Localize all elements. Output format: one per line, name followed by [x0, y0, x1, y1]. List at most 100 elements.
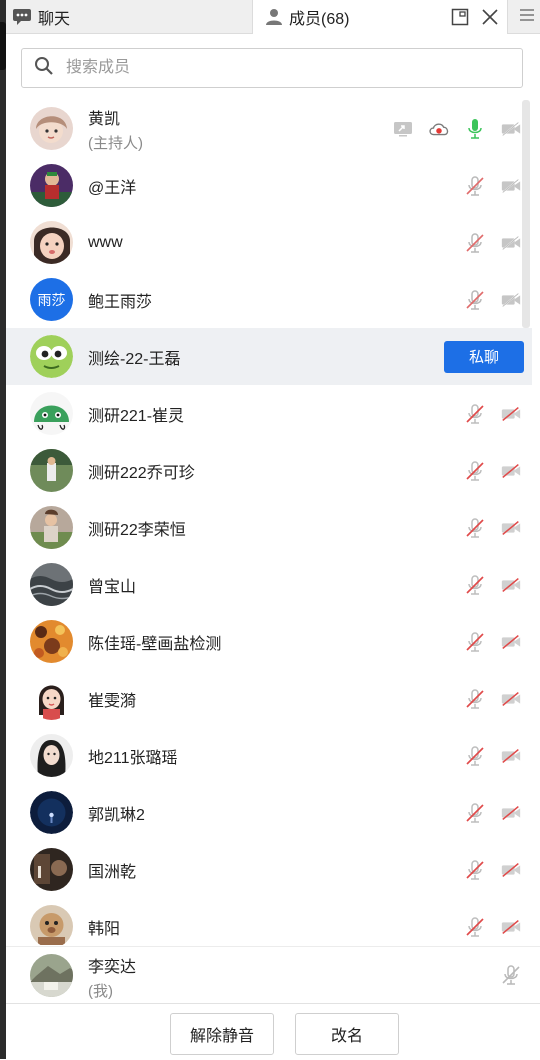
hamburger-icon	[520, 8, 534, 26]
member-name: 黄凯	[88, 110, 121, 128]
mic-muted-red-icon[interactable]	[464, 859, 486, 881]
tab-bar: 聊天 成员(68)	[6, 0, 540, 34]
mic-muted-red-icon[interactable]	[464, 631, 486, 653]
member-row[interactable]: 曾宝山	[6, 556, 532, 613]
person-icon	[265, 8, 283, 26]
private-chat-button[interactable]: 私聊	[444, 340, 524, 373]
mic-muted-red-icon[interactable]	[464, 802, 486, 824]
camera-off-red-icon[interactable]	[500, 631, 522, 653]
mic-active-icon[interactable]	[464, 118, 486, 140]
avatar	[30, 392, 73, 435]
member-row[interactable]: 测绘-22-王磊 私聊	[6, 328, 532, 385]
mic-muted-red-icon[interactable]	[464, 403, 486, 425]
member-list: 黄凯 (主持人) @王洋 www 雨莎 鲍王雨莎测绘-22-王磊 私聊测研221-崔灵 测研2…	[6, 100, 532, 945]
tab-members[interactable]: 成员(68)	[252, 0, 508, 34]
avatar	[30, 221, 73, 264]
avatar	[30, 677, 73, 720]
avatar	[30, 905, 73, 945]
mic-muted-red-icon[interactable]	[464, 460, 486, 482]
member-name: 曾宝山	[88, 578, 137, 596]
avatar	[30, 734, 73, 777]
tab-members-label: 成员(68)	[289, 11, 350, 28]
member-name: www	[88, 233, 123, 251]
avatar: 雨莎	[30, 278, 73, 321]
avatar	[30, 620, 73, 663]
member-row[interactable]: 崔雯漪	[6, 670, 532, 727]
member-row[interactable]: 国洲乾	[6, 841, 532, 898]
camera-off-red-icon[interactable]	[500, 403, 522, 425]
bottom-bar: 解除静音 改名	[6, 1003, 540, 1060]
avatar	[30, 506, 73, 549]
tab-chat[interactable]: 聊天	[12, 0, 70, 33]
camera-off-icon[interactable]	[500, 118, 522, 140]
mic-muted-icon[interactable]	[500, 964, 522, 986]
menu-button[interactable]	[508, 0, 540, 33]
scrollbar[interactable]	[522, 100, 530, 328]
mic-muted-icon[interactable]	[464, 232, 486, 254]
member-row[interactable]: 韩阳	[6, 898, 532, 945]
member-name: @王洋	[88, 179, 137, 197]
camera-off-red-icon[interactable]	[500, 745, 522, 767]
camera-off-icon[interactable]	[500, 175, 522, 197]
member-search[interactable]	[21, 48, 523, 88]
cloud-record-icon[interactable]	[428, 118, 450, 140]
camera-off-red-icon[interactable]	[500, 574, 522, 596]
camera-off-red-icon[interactable]	[500, 916, 522, 938]
camera-off-red-icon[interactable]	[500, 517, 522, 539]
member-row[interactable]: @王洋	[6, 157, 532, 214]
camera-off-red-icon[interactable]	[500, 802, 522, 824]
mic-muted-red-icon[interactable]	[464, 916, 486, 938]
mic-muted-red-icon[interactable]	[464, 688, 486, 710]
member-name: 郭凯琳2	[88, 806, 145, 824]
avatar	[30, 164, 73, 207]
member-row[interactable]: 地211张璐瑶	[6, 727, 532, 784]
search-icon	[22, 56, 54, 81]
camera-off-icon[interactable]	[500, 232, 522, 254]
self-name: 李奕达	[88, 959, 137, 976]
member-name: 测研22李荣恒	[88, 521, 186, 539]
member-name: 韩阳	[88, 920, 121, 938]
member-name: 测研221-崔灵	[88, 407, 185, 425]
member-name: 国洲乾	[88, 863, 137, 881]
share-screen-icon[interactable]	[392, 118, 414, 140]
member-row[interactable]: 测研221-崔灵	[6, 385, 532, 442]
mic-muted-icon[interactable]	[464, 289, 486, 311]
tab-chat-label: 聊天	[38, 10, 71, 28]
member-row[interactable]: 黄凯 (主持人)	[6, 100, 532, 157]
self-row[interactable]: 李奕达 (我)	[6, 946, 540, 1004]
camera-off-red-icon[interactable]	[500, 688, 522, 710]
avatar	[30, 107, 73, 150]
camera-off-red-icon[interactable]	[500, 859, 522, 881]
member-name: 测研222乔可珍	[88, 464, 195, 482]
chat-bubble-icon	[12, 8, 32, 26]
popout-icon[interactable]	[451, 8, 469, 26]
member-name: 测绘-22-王磊	[88, 350, 181, 368]
avatar-initials: 雨莎	[37, 291, 66, 308]
member-row[interactable]: 测研222乔可珍	[6, 442, 532, 499]
member-row[interactable]: 郭凯琳2	[6, 784, 532, 841]
member-name: 鲍王雨莎	[88, 293, 153, 311]
member-row[interactable]: 陈佳瑶-壁画盐检测	[6, 613, 532, 670]
search-input[interactable]	[64, 58, 488, 78]
mic-muted-red-icon[interactable]	[464, 517, 486, 539]
mic-muted-red-icon[interactable]	[464, 745, 486, 767]
rename-button[interactable]: 改名	[295, 1013, 399, 1055]
camera-off-icon[interactable]	[500, 289, 522, 311]
avatar	[30, 335, 73, 378]
close-icon[interactable]	[481, 8, 499, 26]
avatar	[30, 449, 73, 492]
mic-muted-red-icon[interactable]	[464, 574, 486, 596]
member-name: 崔雯漪	[88, 692, 137, 710]
avatar	[30, 848, 73, 891]
camera-off-red-icon[interactable]	[500, 460, 522, 482]
member-role: (主持人)	[88, 134, 143, 152]
mic-muted-icon[interactable]	[464, 175, 486, 197]
self-role: (我)	[88, 983, 113, 1000]
member-row[interactable]: 测研22李荣恒	[6, 499, 532, 556]
unmute-button[interactable]: 解除静音	[170, 1013, 274, 1055]
member-row[interactable]: 雨莎 鲍王雨莎	[6, 271, 532, 328]
avatar	[30, 954, 73, 997]
member-name: 陈佳瑶-壁画盐检测	[88, 635, 222, 653]
avatar	[30, 791, 73, 834]
member-row[interactable]: www	[6, 214, 532, 271]
